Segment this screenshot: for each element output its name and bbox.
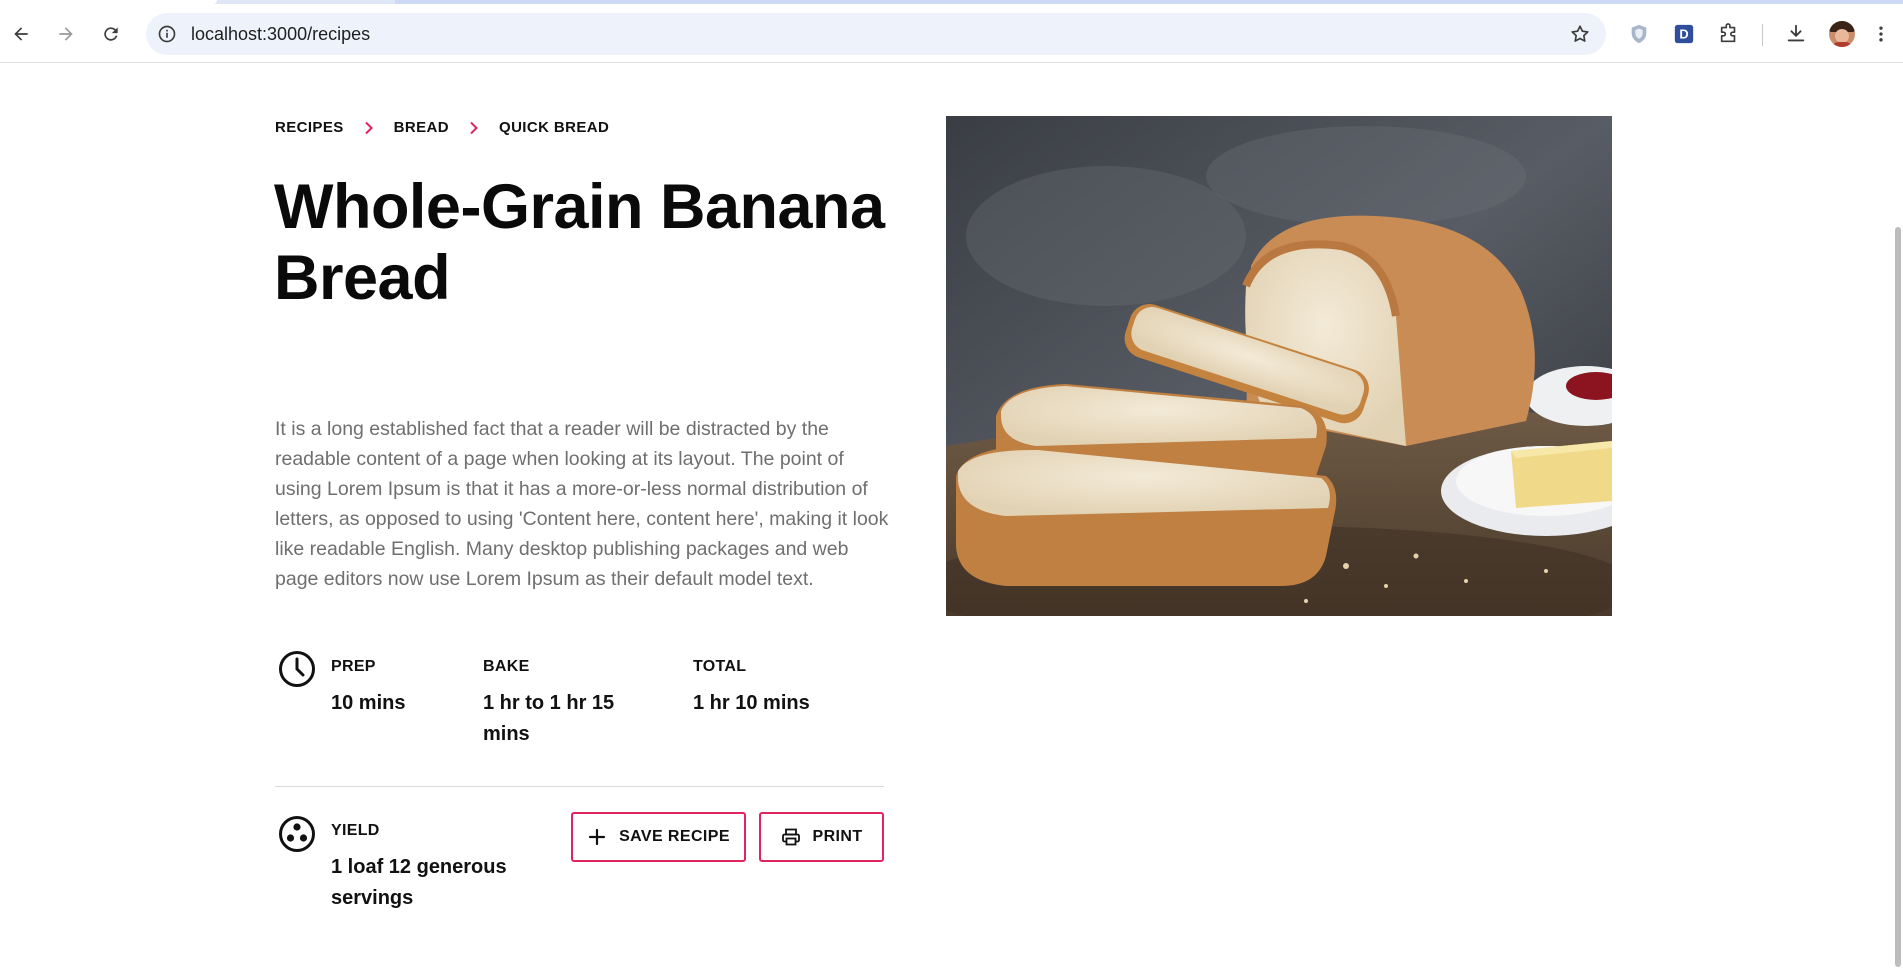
- recipe-times: PREP 10 mins BAKE 1 hr to 1 hr 15 mins T…: [275, 650, 885, 750]
- print-label: PRINT: [812, 828, 863, 845]
- time-prep: PREP 10 mins: [331, 658, 471, 719]
- reload-icon: [104, 27, 118, 41]
- profile-avatar[interactable]: [1829, 21, 1855, 47]
- breadcrumb-recipes[interactable]: RECIPES: [275, 119, 344, 136]
- chevron-right-icon: [469, 121, 479, 135]
- menu-kebab-icon[interactable]: [1871, 19, 1891, 49]
- arrow-right-icon: [59, 27, 73, 41]
- clock-icon: [279, 651, 315, 687]
- forward-button[interactable]: [49, 17, 83, 51]
- breadcrumb-bread[interactable]: BREAD: [394, 119, 449, 136]
- yield-icon: [279, 816, 315, 852]
- recipe-photo: [946, 116, 1612, 616]
- time-label: TOTAL: [693, 658, 747, 675]
- chevron-right-icon: [364, 121, 374, 135]
- time-value: 10 mins: [331, 692, 406, 714]
- reload-button[interactable]: [94, 17, 128, 51]
- arrow-left-icon: [14, 27, 28, 41]
- bread-image: [946, 116, 1612, 616]
- breadcrumb-quick-bread[interactable]: QUICK BREAD: [499, 119, 609, 136]
- svg-text:D: D: [1679, 27, 1688, 42]
- address-bar[interactable]: localhost:3000/recipes: [146, 13, 1606, 55]
- time-label: PREP: [331, 658, 376, 675]
- download-icon[interactable]: [1781, 19, 1811, 49]
- plus-icon: [588, 828, 606, 846]
- save-recipe-button[interactable]: SAVE RECIPE: [571, 812, 746, 862]
- breadcrumb: RECIPES BREAD QUICK BREAD: [275, 119, 609, 136]
- browser-toolbar: localhost:3000/recipes D: [0, 4, 1903, 63]
- toolbar-divider: [1762, 24, 1763, 46]
- time-label: BAKE: [483, 658, 530, 675]
- puzzle-extensions-icon[interactable]: [1714, 19, 1744, 49]
- scrollbar-thumb[interactable]: [1895, 227, 1901, 967]
- time-total: TOTAL 1 hr 10 mins: [693, 658, 883, 719]
- site-info-icon[interactable]: [156, 23, 178, 45]
- time-value: 1 hr 10 mins: [693, 692, 810, 714]
- bookmark-star-icon[interactable]: [1568, 22, 1592, 46]
- section-divider: [275, 786, 884, 787]
- yield-text: YIELD 1 loaf 12 generous servings: [331, 822, 561, 914]
- printer-icon: [781, 828, 800, 846]
- save-recipe-label: SAVE RECIPE: [619, 828, 730, 845]
- recipe-title: Whole-Grain Banana Bread: [274, 172, 885, 313]
- yield-value: 1 loaf 12 generous servings: [331, 856, 507, 909]
- yield-label: YIELD: [331, 822, 380, 839]
- page-scrollbar[interactable]: [1893, 64, 1903, 970]
- time-bake: BAKE 1 hr to 1 hr 15 mins: [483, 658, 653, 750]
- print-button[interactable]: PRINT: [759, 812, 884, 862]
- shield-extension-icon[interactable]: [1624, 19, 1654, 49]
- recipe-description: It is a long established fact that a rea…: [275, 418, 889, 590]
- time-value: 1 hr to 1 hr 15 mins: [483, 692, 615, 745]
- url-text[interactable]: localhost:3000/recipes: [191, 24, 370, 45]
- back-button[interactable]: [4, 17, 38, 51]
- d-extension-icon[interactable]: D: [1669, 19, 1699, 49]
